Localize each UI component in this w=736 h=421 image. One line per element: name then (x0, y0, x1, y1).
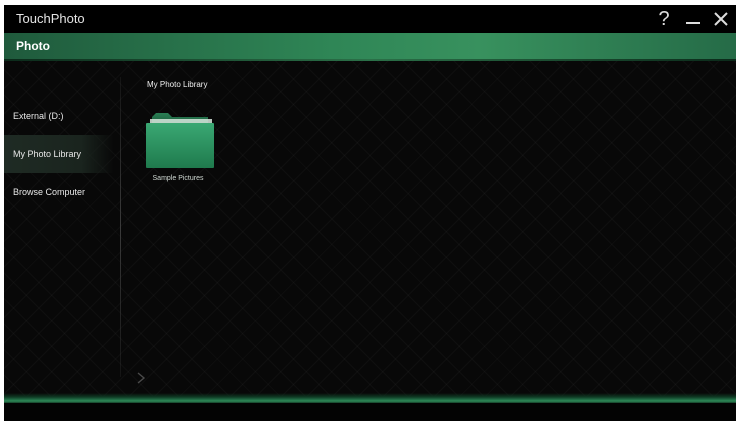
close-button[interactable] (710, 5, 732, 33)
section-title: Photo (16, 39, 50, 53)
app-title: TouchPhoto (16, 11, 85, 26)
chevron-right-icon (137, 372, 146, 384)
scroll-next-button[interactable] (134, 371, 148, 385)
sidebar-item-external-drive[interactable]: External (D:) (4, 97, 114, 135)
folder-label: Sample Pictures (152, 175, 204, 182)
minimize-button[interactable] (682, 5, 704, 33)
sidebar: External (D:) My Photo Library Browse Co… (4, 61, 120, 401)
sidebar-item-my-photo-library[interactable]: My Photo Library (4, 135, 114, 173)
folder-icon (146, 113, 214, 168)
bottom-accent-strip (4, 393, 736, 403)
app-window: TouchPhoto ? Photo External (D:) My Phot… (4, 5, 736, 421)
minimize-icon (686, 22, 700, 24)
breadcrumb: My Photo Library (147, 80, 208, 89)
close-icon (714, 12, 728, 26)
bottom-bar (4, 403, 736, 421)
folder-tile-sample-pictures[interactable]: Sample Pictures (142, 111, 214, 191)
section-header: Photo (4, 33, 736, 59)
help-button[interactable]: ? (654, 5, 674, 33)
sidebar-divider (120, 77, 121, 377)
sidebar-item-browse-computer[interactable]: Browse Computer (4, 173, 114, 211)
title-bar: TouchPhoto ? (4, 5, 736, 33)
